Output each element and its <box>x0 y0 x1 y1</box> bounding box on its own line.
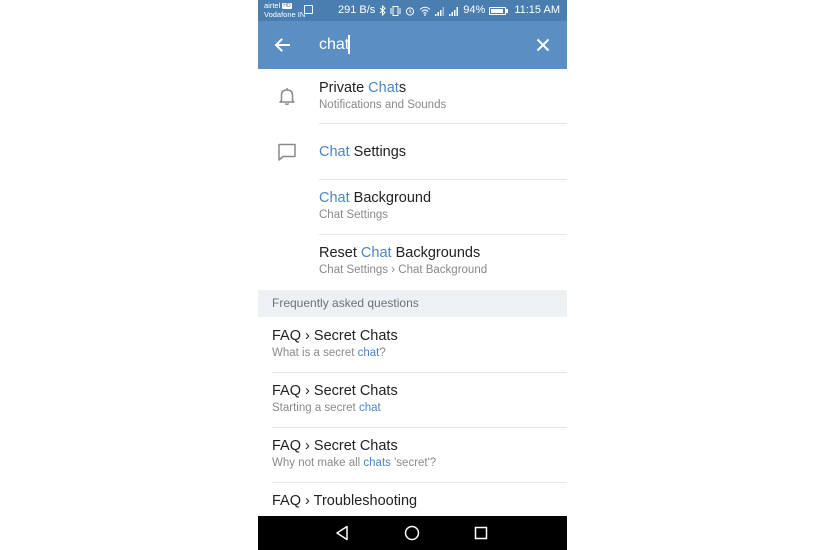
faq-subtitle: Why not make all chats 'secret'? <box>272 457 436 469</box>
close-icon <box>536 38 550 52</box>
signal-icon-1 <box>435 6 445 16</box>
title-match: Chat <box>319 190 350 206</box>
carrier-bottom: Vodafone IN <box>264 10 306 19</box>
status-bar: airtel HD Vodafone IN 291 B/s 94% 11:15 … <box>258 0 567 21</box>
sub-match: chats <box>363 457 391 469</box>
image-notification-icon <box>304 5 313 14</box>
faq-item[interactable]: FAQ › Secret Chats What is a secret chat… <box>258 317 567 373</box>
faq-title: FAQ › Secret Chats <box>272 328 398 344</box>
circle-home-icon <box>404 525 420 541</box>
faq-item[interactable]: FAQ › Troubleshooting <box>258 483 567 516</box>
result-title: Chat Settings <box>319 144 406 160</box>
clear-search-button[interactable] <box>531 33 555 57</box>
faq-item[interactable]: FAQ › Secret Chats Why not make all chat… <box>258 428 567 483</box>
status-icons: 291 B/s 94% 11:15 AM <box>338 4 560 17</box>
bluetooth-icon <box>379 5 387 16</box>
alarm-icon <box>406 6 415 16</box>
faq-subtitle: Starting a secret chat <box>272 402 381 414</box>
battery-percent: 94% <box>463 4 486 16</box>
result-reset-chat-backgrounds[interactable]: Reset Chat Backgrounds Chat Settings › C… <box>258 235 567 290</box>
faq-title: FAQ › Secret Chats <box>272 383 398 399</box>
battery-icon <box>489 6 509 15</box>
faq-title: FAQ › Secret Chats <box>272 438 398 454</box>
title-match: Chat <box>368 80 399 96</box>
back-button[interactable] <box>270 33 294 57</box>
sub-text: Starting a secret <box>272 402 359 414</box>
triangle-back-icon <box>336 525 348 541</box>
result-title: Reset Chat Backgrounds <box>319 245 480 261</box>
phone-screen: airtel HD Vodafone IN 291 B/s 94% 11:15 … <box>258 0 567 550</box>
text-cursor <box>348 35 350 54</box>
faq-title: FAQ › Troubleshooting <box>272 493 418 509</box>
result-private-chats[interactable]: Private Chats Notifications and Sounds <box>258 69 567 125</box>
nav-home-button[interactable] <box>402 523 422 543</box>
result-subtitle: Notifications and Sounds <box>319 99 447 111</box>
faq-item[interactable]: FAQ › Secret Chats Starting a secret cha… <box>258 373 567 428</box>
title-text: s <box>398 80 407 96</box>
carrier-info: airtel HD Vodafone IN <box>264 1 305 19</box>
title-match: Chat <box>319 144 350 160</box>
navigation-bar <box>258 516 567 550</box>
wifi-icon <box>419 6 431 16</box>
arrow-left-icon <box>274 38 290 52</box>
clock: 11:15 AM <box>514 4 560 16</box>
divider <box>319 123 567 124</box>
sub-match: chat <box>358 402 381 414</box>
vibrate-icon <box>390 5 401 16</box>
result-subtitle: Chat Settings <box>319 209 389 221</box>
faq-section-header: Frequently asked questions <box>258 290 567 317</box>
title-text: Private <box>319 80 369 96</box>
result-title: Private Chats <box>319 80 406 96</box>
title-text: Reset <box>319 245 361 261</box>
title-text: Backgrounds <box>391 245 481 261</box>
sub-text: 'secret'? <box>390 457 437 469</box>
nav-recents-button[interactable] <box>471 523 491 543</box>
title-text: Background <box>349 190 432 206</box>
result-subtitle: Chat Settings › Chat Background <box>319 264 488 276</box>
title-text: Settings <box>349 144 407 160</box>
result-title: Chat Background <box>319 190 431 206</box>
sub-match: chat <box>357 347 380 359</box>
signal-icon-2 <box>449 6 459 16</box>
sub-text: ? <box>379 347 386 359</box>
net-speed: 291 B/s <box>337 4 376 16</box>
chat-bubble-icon <box>278 143 296 161</box>
result-chat-settings[interactable]: Chat Settings <box>258 125 567 180</box>
carrier-top: airtel <box>264 1 281 10</box>
sub-text: Why not make all <box>272 457 364 469</box>
search-toolbar <box>258 21 567 69</box>
nav-back-button[interactable] <box>333 523 353 543</box>
hd-badge: HD <box>282 3 292 9</box>
result-chat-background[interactable]: Chat Background Chat Settings <box>258 180 567 235</box>
square-recents-icon <box>474 526 488 540</box>
bell-icon <box>279 88 295 106</box>
faq-subtitle: What is a secret chat? <box>272 347 386 359</box>
sub-text: What is a secret <box>272 347 358 359</box>
title-match: Chat <box>360 245 392 261</box>
